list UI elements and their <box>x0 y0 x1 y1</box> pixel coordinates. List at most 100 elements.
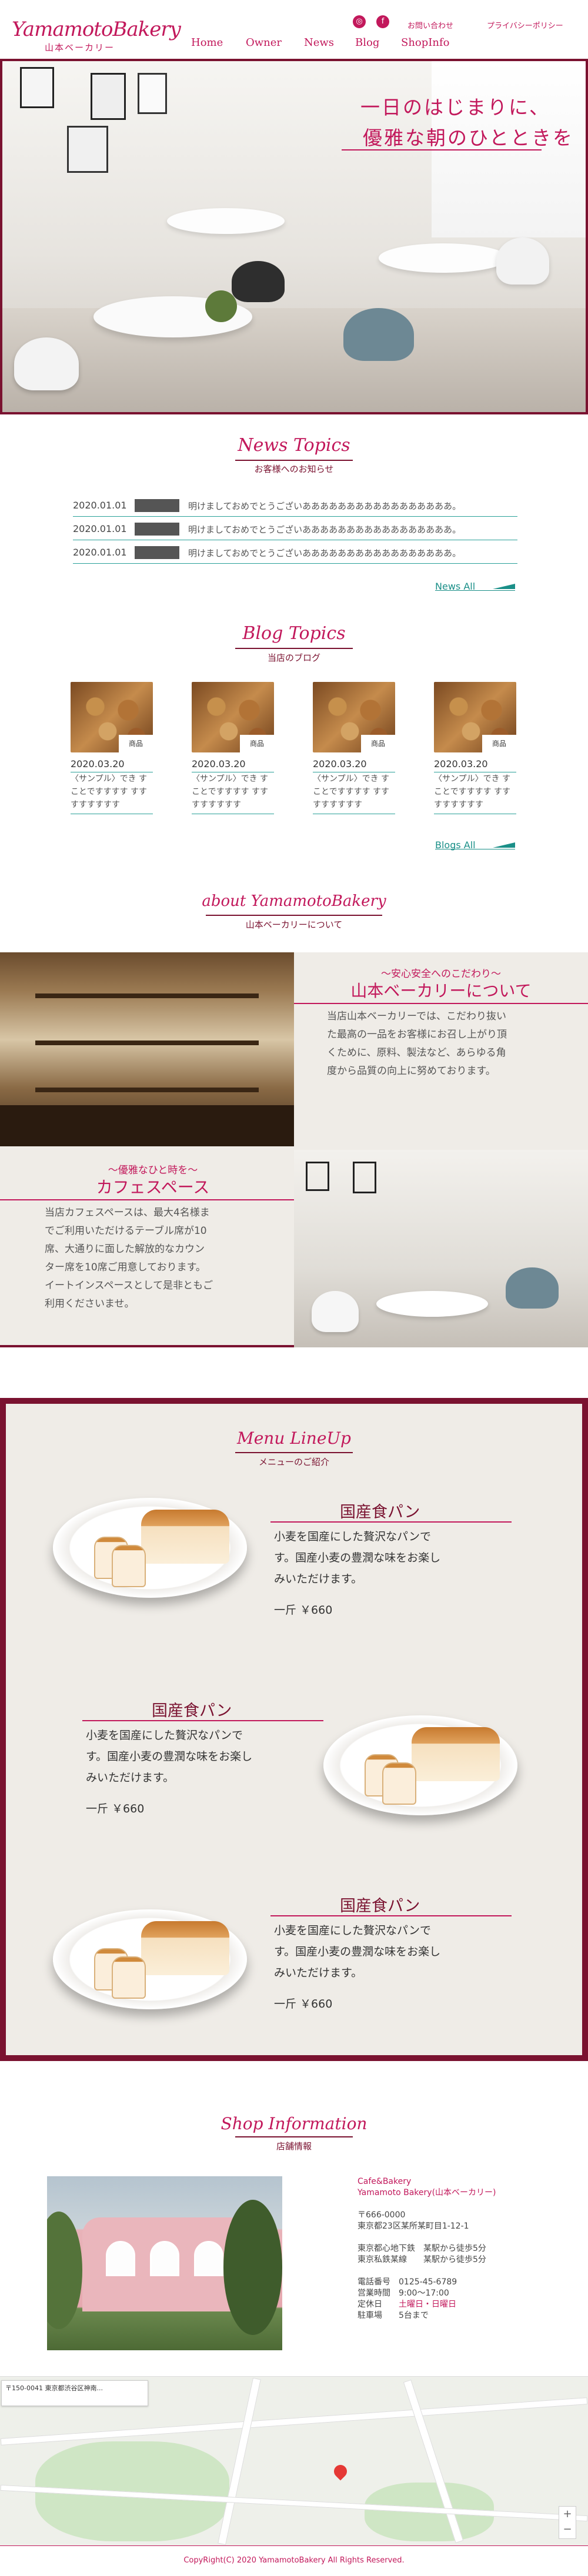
news-tag <box>135 523 179 536</box>
about-body-line: くために、原料、製法など、あらゆる角 <box>327 1047 506 1059</box>
nav-news[interactable]: News <box>304 36 334 49</box>
menu-title-rule <box>235 1452 353 1453</box>
blog-badge: 商品 <box>361 735 395 752</box>
shop-access: 東京都心地下鉄 某駅から徒歩5分 <box>358 2244 486 2253</box>
shop-name: Cafe&Bakery <box>358 2177 412 2186</box>
logo[interactable]: YamamotoBakery <box>12 18 181 41</box>
menu-item-name: 国産食パン <box>340 1503 420 1521</box>
blog-excerpt: 〈サンプル〉でき すことですすすす すすすすすすすす <box>434 774 511 809</box>
arrow-icon <box>493 584 515 589</box>
blog-badge: 商品 <box>482 735 516 752</box>
tel-label: 電話番号 <box>358 2277 390 2287</box>
hero-table <box>167 208 285 234</box>
contact-link[interactable]: お問い合わせ <box>407 19 453 31</box>
about-title: about YamamotoBakery <box>202 892 386 910</box>
tel-value[interactable]: 0125-45-6789 <box>399 2277 457 2287</box>
news-divider <box>73 516 517 517</box>
cafe-chair <box>506 1267 559 1309</box>
cafe-body-line: 当店カフェスペースは、最大4名様ま <box>45 1207 210 1219</box>
wall-frame <box>306 1162 329 1191</box>
news-tag <box>135 499 179 512</box>
shop-info: Cafe&Bakery Yamamoto Bakery(山本ベーカリー) 〒66… <box>358 2176 496 2321</box>
blog-subtitle: 当店のブログ <box>267 653 320 663</box>
shop-tree <box>47 2212 82 2329</box>
bread-slice <box>382 1762 416 1805</box>
news-item-link[interactable]: 明けましておめでとうございあああああああああああああああああ。 <box>188 547 517 559</box>
menu-item-price: 一斤 ￥660 <box>274 1998 333 2010</box>
privacy-link[interactable]: プライバシーポリシー <box>487 19 563 31</box>
about-body-line: 度から品質の向上に努めております。 <box>327 1065 496 1077</box>
menu-desc-line: みいただけます。 <box>274 1966 363 1979</box>
shop-subtitle: 店舗情報 <box>276 2141 312 2152</box>
hero-underline <box>342 149 542 150</box>
hero-copy-line2: 優雅な朝のひとときを <box>362 126 574 149</box>
news-divider <box>73 563 517 564</box>
footer: CopyRight(C) 2020 YamamotoBakery All Rig… <box>0 2545 588 2576</box>
blog-date: 2020.03.20 <box>71 758 125 770</box>
hero-chair <box>232 261 285 302</box>
blog-card[interactable]: 商品 2020.03.20 〈サンプル〉でき すことですすすす すすすすすすすす <box>71 682 153 814</box>
menu-item-desc: 小麦を国産にした贅沢なパンで す。国産小麦の豊潤な味をお楽し みいただけます。 <box>274 1526 497 1590</box>
wall-frame <box>91 73 126 120</box>
menu-item-desc: 小麦を国産にした贅沢なパンで す。国産小麦の豊潤な味をお楽し みいただけます。 <box>86 1725 309 1788</box>
about-heading-rule <box>294 1003 588 1004</box>
menu-desc-line: 小麦を国産にした贅沢なパンで <box>274 1924 431 1937</box>
bread-loaf <box>141 1510 229 1564</box>
blog-card[interactable]: 商品 2020.03.20 〈サンプル〉でき すことですすすす すすすすすすすす <box>434 682 516 814</box>
cafe-body-line: 利用くださいませ。 <box>45 1298 135 1310</box>
hero-chair <box>496 237 549 285</box>
news-date: 2020.01.01 <box>73 523 127 534</box>
nav-blog[interactable]: Blog <box>355 36 379 49</box>
news-title: News Topics <box>238 435 350 456</box>
shop-window <box>194 2241 223 2276</box>
nav-owner[interactable]: Owner <box>246 36 282 49</box>
news-item-link[interactable]: 明けましておめでとうございあああああああああああああああああ。 <box>188 523 517 536</box>
hero-table <box>379 243 508 273</box>
cafe-body-line: イートインスペースとして是非ともご <box>45 1280 213 1292</box>
about-photo-shelves <box>0 952 294 1146</box>
menu-desc-line: す。国産小麦の豊潤な味をお楽し <box>274 1551 441 1564</box>
nav-shopinfo[interactable]: ShopInfo <box>401 36 450 49</box>
instagram-icon[interactable]: ◎ <box>353 15 366 28</box>
menu-title: Menu LineUp <box>237 1428 351 1448</box>
blog-date: 2020.03.20 <box>192 758 246 770</box>
hours-value: 9:00〜17:00 <box>399 2289 449 2298</box>
parking-label: 駐車場 <box>358 2311 382 2320</box>
news-date: 2020.01.01 <box>73 500 127 511</box>
menu-item-rule <box>82 1720 323 1721</box>
hero-plant <box>205 290 237 322</box>
menu-desc-line: 小麦を国産にした贅沢なパンで <box>86 1729 243 1742</box>
hero-chair <box>343 308 414 361</box>
shop-tree <box>223 2200 282 2335</box>
about-body-line: 当店山本ベーカリーでは、こだわり抜い <box>327 1011 506 1022</box>
blog-card[interactable]: 商品 2020.03.20 〈サンプル〉でき すことですすすす すすすすすすすす <box>192 682 274 814</box>
cafe-body-line: ター席を10席ご用意しております。 <box>45 1262 206 1273</box>
map-zoom-control[interactable]: + − <box>559 2506 576 2539</box>
about-title-rule <box>206 915 382 916</box>
blog-card[interactable]: 商品 2020.03.20 〈サンプル〉でき すことですすすす すすすすすすすす <box>313 682 395 814</box>
nav-home[interactable]: Home <box>191 36 223 49</box>
map-road <box>218 2377 261 2545</box>
blog-date: 2020.03.20 <box>434 758 488 770</box>
map-info-card[interactable]: 〒150-0041 東京都渋谷区神南... <box>1 2380 148 2406</box>
news-tag <box>135 546 179 559</box>
news-subtitle: お客様へのお知らせ <box>254 464 334 474</box>
menu-desc-line: 小麦を国産にした贅沢なパンで <box>274 1530 431 1543</box>
hero-copy-line1: 一日のはじまりに、 <box>360 96 550 119</box>
wall-frame <box>20 67 54 108</box>
google-map[interactable]: 〒150-0041 東京都渋谷区神南... + − <box>0 2376 588 2545</box>
copyright: CopyRight(C) 2020 YamamotoBakery All Rig… <box>183 2556 405 2565</box>
facebook-icon[interactable]: f <box>376 15 389 28</box>
news-item-link[interactable]: 明けましておめでとうございあああああああああああああああああ。 <box>188 500 517 512</box>
shop-title: Shop Information <box>220 2114 368 2133</box>
shop-window <box>106 2241 135 2276</box>
blog-date: 2020.03.20 <box>313 758 367 770</box>
map-pin-icon[interactable] <box>331 2462 350 2481</box>
shelf <box>35 1041 259 1045</box>
bread-plate-image <box>53 1909 247 2009</box>
blog-excerpt: 〈サンプル〉でき すことですすすす すすすすすすすす <box>71 774 148 809</box>
shop-title-rule <box>235 2136 353 2137</box>
hours-label: 営業時間 <box>358 2289 390 2298</box>
counter <box>0 1105 294 1146</box>
menu-item-price: 一斤 ￥660 <box>274 1604 333 1617</box>
